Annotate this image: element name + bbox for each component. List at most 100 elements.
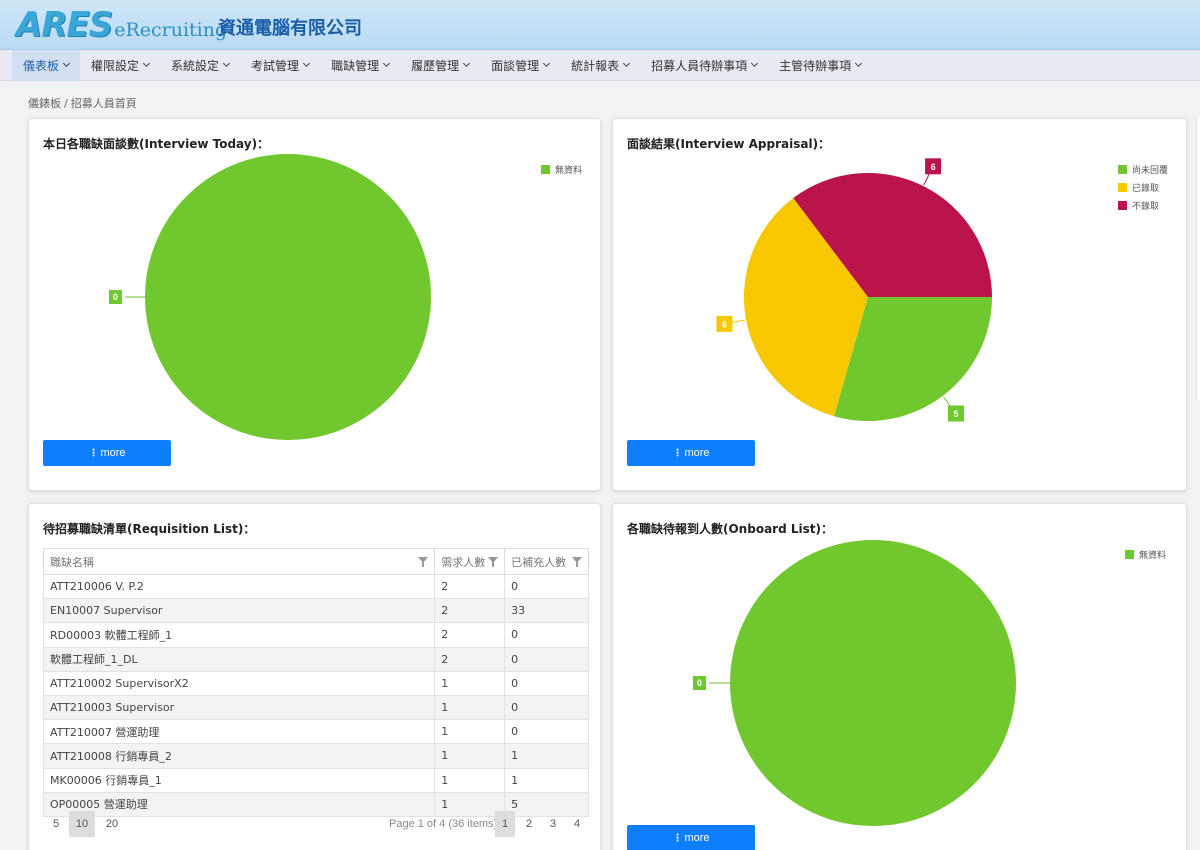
table-row[interactable]: ATT210003 Supervisor 1 0	[42, 694, 589, 721]
pie-slice	[730, 540, 1016, 826]
cell-job: ATT210007 營運助理	[42, 719, 436, 745]
table-row[interactable]: ATT210008 行銷專員_2 1 1	[42, 743, 589, 769]
nav-label: 面談管理	[491, 58, 540, 73]
cell-filled: 0	[504, 719, 589, 745]
nav-item-dashboard[interactable]: 儀表板	[12, 49, 81, 81]
cell-job: EN10007 Supervisor	[42, 598, 436, 624]
chevron-down-icon	[62, 59, 71, 68]
chevron-down-icon	[383, 59, 391, 68]
nav-item-recruiter-todo[interactable]: 招募人員待辦事項	[640, 50, 768, 81]
filter-icon[interactable]	[418, 557, 429, 567]
pie-slice	[145, 154, 431, 440]
nav-item-reports[interactable]: 統計報表	[560, 50, 640, 81]
nav-label: 職缺管理	[331, 58, 380, 73]
page-size-option[interactable]: 5	[43, 811, 69, 837]
nav-item-system[interactable]: 系統設定	[160, 50, 240, 81]
table-header-row: 職缺名稱 需求人數 已補充人數	[42, 548, 589, 575]
page-number[interactable]: 4	[567, 811, 587, 837]
app-header: ARES eRecruiting 資通電腦有限公司	[0, 0, 1200, 50]
cell-filled: 1	[504, 767, 589, 793]
interview-today-pie	[125, 154, 431, 440]
col-header-label: 職缺名稱	[50, 555, 94, 569]
cell-required: 1	[434, 670, 506, 696]
breadcrumb: 儀錶板 / 招募人員首頁	[28, 97, 137, 110]
page-size-option[interactable]: 10	[69, 811, 95, 837]
cell-job: MK00006 行銷專員_1	[42, 767, 436, 793]
filter-icon[interactable]	[488, 557, 499, 567]
page-number[interactable]: 2	[519, 811, 539, 837]
more-icon: ⋮	[88, 447, 99, 459]
table-row[interactable]: ATT210006 V. P.2 2 0	[42, 573, 589, 600]
col-header-filled[interactable]: 已補充人數	[504, 548, 589, 575]
pie-data-label: 6	[931, 162, 936, 172]
cell-required: 2	[434, 598, 506, 624]
page-info: Page 1 of 4 (36 items)	[389, 818, 498, 830]
col-header-required[interactable]: 需求人數	[434, 548, 506, 575]
page-number[interactable]: 1	[495, 811, 515, 837]
nav-item-exam[interactable]: 考試管理	[240, 50, 320, 81]
breadcrumb-root[interactable]: 儀錶板	[28, 97, 61, 110]
cell-job: RD00003 軟體工程師_1	[42, 622, 436, 648]
cell-filled: 33	[504, 598, 589, 624]
page-number[interactable]: 3	[543, 811, 563, 837]
cell-filled: 0	[504, 573, 589, 600]
cell-required: 2	[434, 573, 506, 600]
col-header-job[interactable]: 職缺名稱	[42, 548, 436, 575]
cell-required: 1	[434, 694, 506, 721]
chevron-down-icon	[303, 59, 311, 68]
table-row[interactable]: RD00003 軟體工程師_1 2 0	[42, 622, 589, 648]
pie-data-label: 5	[953, 409, 958, 419]
more-button[interactable]: ⋮ more	[43, 440, 171, 466]
cell-job: ATT210003 Supervisor	[42, 694, 436, 721]
pie-data-label: 0	[693, 676, 707, 690]
nav-item-interview[interactable]: 面談管理	[480, 50, 560, 81]
table-row[interactable]: ATT210002 SupervisorX2 1 0	[42, 670, 589, 696]
cell-job: ATT210006 V. P.2	[42, 573, 436, 600]
interview-appraisal-card: 面談結果(Interview Appraisal)： 尚未回覆 已錄取 不錄取 …	[612, 118, 1187, 491]
chevron-down-icon	[543, 59, 551, 68]
more-button[interactable]: ⋮ more	[627, 825, 755, 850]
cell-required: 1	[434, 743, 506, 769]
cell-filled: 0	[504, 694, 589, 721]
table-row[interactable]: ATT210007 營運助理 1 0	[42, 719, 589, 745]
interview-appraisal-pie: 5 6 6	[716, 158, 992, 422]
company-name: 資通電腦有限公司	[218, 18, 362, 39]
table-pager: 5 10 20 Page 1 of 4 (36 items) 1 2 3 4	[43, 811, 589, 837]
filter-icon[interactable]	[572, 557, 582, 567]
main-nav: 儀表板 權限設定 系統設定 考試管理 職缺管理 履歷管理 面談管理 統計報表 招…	[0, 49, 1200, 81]
cell-required: 1	[434, 767, 506, 793]
breadcrumb-current: 招募人員首頁	[70, 97, 137, 110]
more-button[interactable]: ⋮ more	[627, 440, 755, 466]
col-header-label: 已補充人數	[511, 555, 567, 569]
more-icon: ⋮	[672, 447, 683, 459]
more-label: more	[100, 447, 126, 459]
table-row[interactable]: MK00006 行銷專員_1 1 1	[42, 767, 589, 793]
cell-required: 1	[434, 719, 506, 745]
table-row[interactable]: EN10007 Supervisor 2 33	[42, 598, 589, 624]
ares-logo[interactable]: ARES eRecruiting	[16, 8, 227, 42]
chevron-down-icon	[751, 59, 759, 68]
logo-ares-text: ARES	[16, 5, 113, 45]
cell-required: 2	[434, 646, 506, 672]
cell-filled: 0	[504, 622, 589, 648]
cell-job: ATT210008 行銷專員_2	[42, 743, 436, 769]
chevron-down-icon	[855, 59, 863, 68]
nav-item-jobs[interactable]: 職缺管理	[320, 50, 400, 81]
cell-job: ATT210002 SupervisorX2	[42, 670, 436, 696]
cell-filled: 1	[504, 743, 589, 769]
table-row[interactable]: 軟體工程師_1_DL 2 0	[42, 646, 589, 672]
nav-item-resume[interactable]: 履歷管理	[400, 50, 480, 81]
cell-filled: 0	[504, 646, 589, 672]
chevron-down-icon	[623, 59, 631, 68]
more-icon: ⋮	[672, 832, 683, 844]
nav-label: 考試管理	[251, 58, 300, 73]
nav-label: 儀表板	[23, 58, 60, 73]
page-size-option[interactable]: 20	[99, 811, 125, 837]
cell-required: 2	[434, 622, 506, 648]
nav-item-permissions[interactable]: 權限設定	[80, 50, 160, 81]
offscreen-card-edge	[1196, 118, 1200, 400]
requisition-table: 職缺名稱 需求人數 已補充人數 ATT210006 V. P.2 2 0 EN100…	[42, 548, 589, 817]
nav-label: 權限設定	[91, 58, 140, 73]
chevron-down-icon	[463, 59, 471, 68]
nav-item-manager-todo[interactable]: 主管待辦事項	[768, 50, 872, 81]
